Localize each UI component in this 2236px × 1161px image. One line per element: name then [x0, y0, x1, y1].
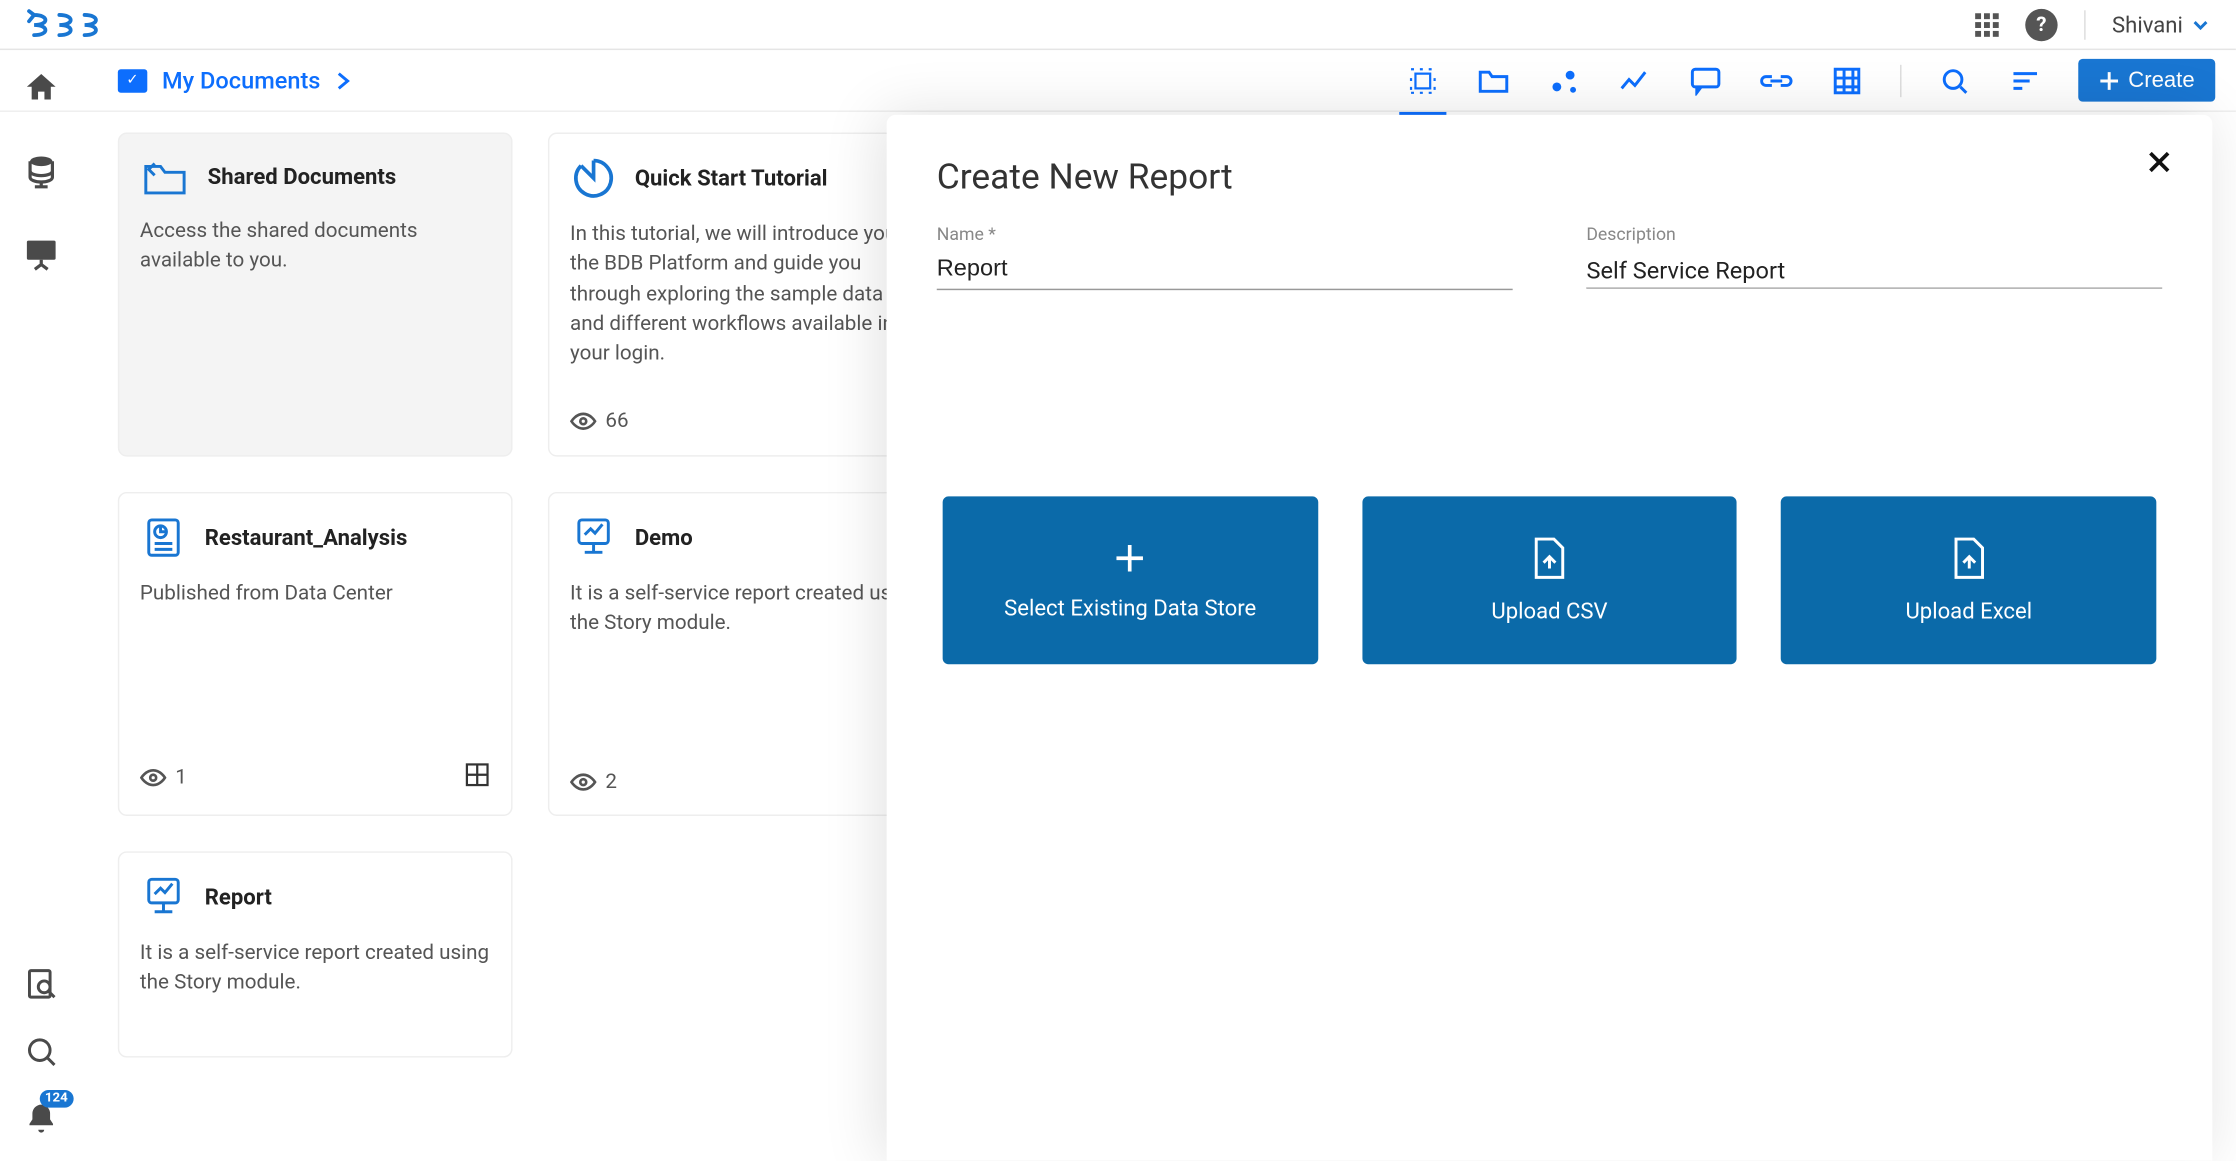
tile-label: Upload Excel — [1905, 598, 2032, 625]
datastore-icon[interactable] — [21, 150, 62, 191]
table-small-icon — [464, 761, 491, 793]
apps-icon[interactable] — [1975, 13, 1999, 37]
file-upload-icon — [1530, 536, 1568, 580]
link-icon[interactable] — [1759, 63, 1794, 98]
chevron-down-icon — [2192, 15, 2210, 33]
tile-label: Upload CSV — [1491, 598, 1607, 625]
plus-icon — [1111, 539, 1149, 577]
help-icon[interactable]: ? — [2025, 8, 2057, 40]
folder-share-icon — [140, 155, 190, 199]
breadcrumb-label: My Documents — [162, 66, 320, 94]
eye-icon — [140, 767, 167, 788]
card-title: Report — [205, 884, 272, 911]
card-demo[interactable]: Demo It is a self-service report created… — [548, 492, 943, 816]
user-name: Shivani — [2112, 11, 2183, 38]
chevron-right-icon — [335, 70, 350, 91]
name-label: Name * — [937, 224, 1513, 245]
card-title: Restaurant_Analysis — [205, 524, 408, 551]
description-input[interactable]: Self Service Report — [1586, 250, 2162, 288]
user-menu[interactable]: Shivani — [2112, 11, 2209, 38]
folder-icon[interactable] — [1476, 63, 1511, 98]
card-title: Demo — [635, 524, 693, 551]
table-icon[interactable] — [1829, 63, 1864, 98]
card-title: Shared Documents — [208, 163, 397, 190]
nodes-icon[interactable] — [1546, 63, 1581, 98]
create-report-modal: Create New Report Name * Description Sel… — [887, 115, 2213, 1161]
view-count: 66 — [605, 409, 628, 433]
card-quick-start[interactable]: Quick Start Tutorial In this tutorial, w… — [548, 133, 943, 457]
card-desc: Access the shared documents available to… — [140, 217, 491, 435]
upload-csv-tile[interactable]: Upload CSV — [1362, 496, 1737, 664]
card-desc: It is a self-service report created usin… — [570, 579, 921, 744]
upload-excel-tile[interactable]: Upload Excel — [1781, 496, 2156, 664]
card-shared-documents[interactable]: Shared Documents Access the shared docum… — [118, 133, 513, 457]
card-desc: Published from Data Center — [140, 579, 491, 735]
separator — [1900, 64, 1901, 96]
search-tool-icon[interactable] — [1937, 63, 1972, 98]
eye-icon — [570, 772, 597, 793]
eye-icon — [570, 411, 597, 432]
create-label: Create — [2128, 68, 2194, 93]
toolbar: ✓ My Documents Create — [0, 50, 2236, 112]
description-label: Description — [1586, 224, 2162, 245]
plus-icon — [2099, 70, 2120, 91]
notifications-icon[interactable]: 124 — [21, 1099, 62, 1140]
pie-icon — [570, 155, 617, 202]
brand-logo — [27, 8, 115, 40]
search-icon[interactable] — [21, 1031, 62, 1072]
story-icon — [140, 873, 187, 920]
close-icon[interactable] — [2145, 147, 2174, 182]
name-input[interactable] — [937, 250, 1513, 290]
view-count: 1 — [175, 766, 187, 790]
folder-badge-icon: ✓ — [118, 68, 147, 92]
story-icon — [570, 514, 617, 561]
card-report[interactable]: Report It is a self-service report creat… — [118, 851, 513, 1057]
home-icon[interactable] — [21, 68, 62, 109]
card-desc: In this tutorial, we will introduce you … — [570, 219, 921, 381]
file-upload-icon — [1950, 536, 1988, 580]
report-doc-icon — [140, 514, 187, 561]
card-restaurant-analysis[interactable]: Restaurant_Analysis Published from Data … — [118, 492, 513, 816]
topbar: ? Shivani — [0, 0, 2236, 50]
comment-icon[interactable] — [1688, 63, 1723, 98]
left-nav-rail: 124 — [0, 50, 82, 1161]
select-existing-datastore-tile[interactable]: Select Existing Data Store — [943, 496, 1318, 664]
presentation-icon[interactable] — [21, 233, 62, 274]
tile-label: Select Existing Data Store — [1004, 595, 1256, 622]
notification-count: 124 — [39, 1090, 74, 1108]
grid-select-icon[interactable] — [1405, 63, 1440, 98]
trend-icon[interactable] — [1617, 63, 1652, 98]
breadcrumb[interactable]: ✓ My Documents — [118, 66, 350, 94]
card-desc: It is a self-service report created usin… — [140, 938, 491, 1035]
card-title: Quick Start Tutorial — [635, 165, 828, 192]
sort-icon[interactable] — [2008, 63, 2043, 98]
audit-icon[interactable] — [21, 963, 62, 1004]
view-count: 2 — [605, 770, 617, 794]
separator — [2084, 10, 2085, 39]
create-button[interactable]: Create — [2078, 59, 2215, 102]
modal-title: Create New Report — [937, 156, 2162, 197]
